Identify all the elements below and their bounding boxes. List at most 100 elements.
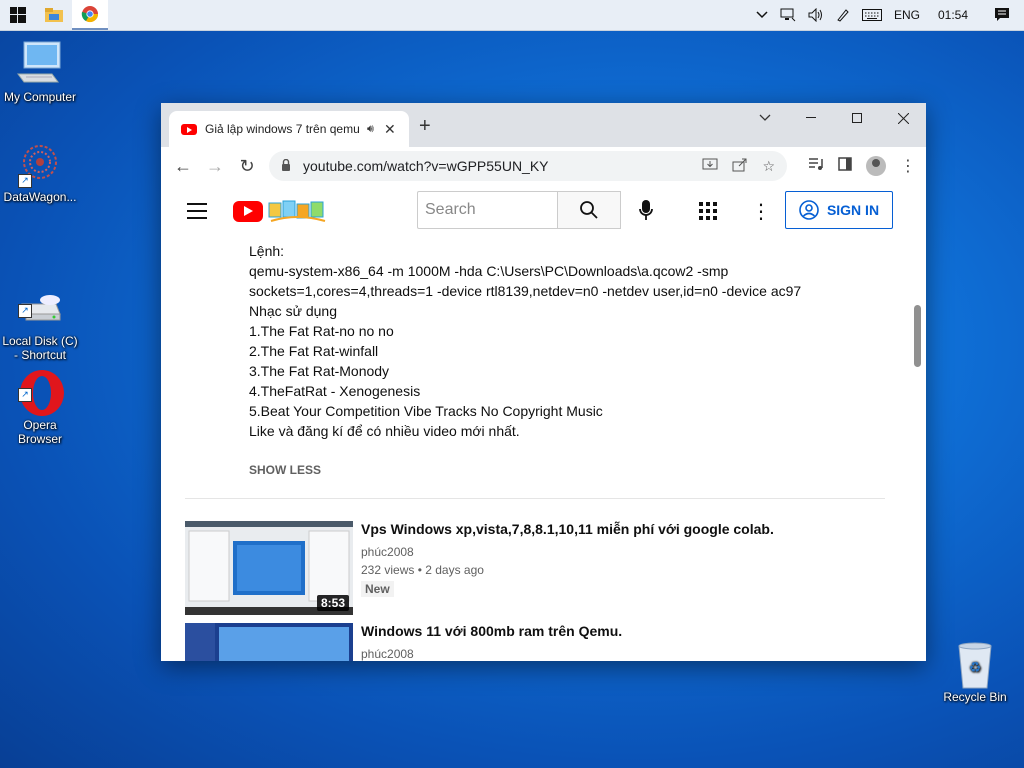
video-duration: 8:53 bbox=[316, 595, 349, 611]
clock[interactable]: 01:54 bbox=[926, 0, 980, 30]
desktop-icon-my-computer[interactable]: My Computer bbox=[0, 40, 80, 104]
window-controls bbox=[742, 103, 926, 133]
close-window-button[interactable] bbox=[880, 103, 926, 133]
description-line: Lệnh: bbox=[249, 243, 285, 259]
description-line: 1.The Fat Rat-no no no bbox=[249, 323, 394, 339]
chrome-menu-icon[interactable]: ⋮ bbox=[900, 156, 916, 176]
keyboard-icon[interactable] bbox=[856, 0, 888, 30]
search-button[interactable] bbox=[557, 191, 621, 229]
audio-playing-icon[interactable]: 🔊︎ bbox=[367, 123, 374, 136]
description-line: qemu-system-x86_64 -m 1000M -hda C:\User… bbox=[249, 263, 729, 279]
computer-icon bbox=[16, 40, 64, 88]
toolbar-right: ⋮ bbox=[808, 147, 916, 185]
maximize-button[interactable] bbox=[834, 103, 880, 133]
desktop-icon-datawagon[interactable]: ↗ DataWagon... bbox=[0, 140, 80, 204]
side-panel-icon[interactable] bbox=[838, 156, 852, 176]
description-line: Nhạc sử dụng bbox=[249, 303, 337, 319]
related-video[interactable]: 8:53 Vps Windows xp,vista,7,8,8.1,10,11 … bbox=[185, 521, 885, 617]
video-title[interactable]: Windows 11 với 800mb ram trên Qemu. bbox=[361, 623, 622, 639]
file-explorer-taskbar-button[interactable] bbox=[36, 0, 72, 30]
microphone-icon[interactable] bbox=[639, 199, 653, 226]
new-badge: New bbox=[361, 581, 394, 597]
video-title[interactable]: Vps Windows xp,vista,7,8,8.1,10,11 miễn … bbox=[361, 521, 774, 537]
shortcut-arrow-icon: ↗ bbox=[18, 174, 32, 188]
new-tab-button[interactable]: + bbox=[419, 115, 431, 138]
reload-icon[interactable]: ↻ bbox=[231, 156, 263, 177]
hamburger-menu-icon[interactable] bbox=[187, 203, 207, 224]
svg-text:♻: ♻ bbox=[969, 660, 982, 676]
hard-drive-icon: ↗ bbox=[16, 270, 64, 321]
youtube-logo[interactable] bbox=[233, 199, 329, 223]
youtube-play-icon bbox=[233, 200, 263, 222]
opera-icon: ↗ bbox=[16, 354, 64, 416]
windows-logo-icon bbox=[10, 7, 26, 23]
address-text: youtube.com/watch?v=wGPP55UN_KY bbox=[303, 158, 549, 174]
recycle-bin-icon: ♻ bbox=[951, 640, 999, 689]
language-indicator[interactable]: ENG bbox=[888, 0, 926, 30]
search-input[interactable]: Search bbox=[417, 191, 557, 229]
page-scrollbar[interactable] bbox=[914, 305, 921, 367]
video-channel[interactable]: phúc2008 bbox=[361, 647, 414, 661]
tab-search-icon[interactable] bbox=[742, 103, 788, 133]
shortcut-arrow-icon: ↗ bbox=[18, 304, 32, 318]
address-bar[interactable]: youtube.com/watch?v=wGPP55UN_KY ☆ bbox=[269, 151, 787, 181]
profile-avatar-icon[interactable] bbox=[866, 156, 886, 176]
desktop-icon-label: DataWagon... bbox=[3, 190, 77, 204]
description-line: 4.TheFatRat - Xenogenesis bbox=[249, 383, 421, 399]
search-icon bbox=[580, 201, 598, 219]
sign-in-button[interactable]: SIGN IN bbox=[785, 191, 893, 229]
minimize-button[interactable] bbox=[788, 103, 834, 133]
pen-icon[interactable] bbox=[830, 0, 856, 30]
video-channel[interactable]: phúc2008 bbox=[361, 545, 414, 559]
chrome-taskbar-button[interactable] bbox=[72, 0, 108, 30]
tab-active[interactable]: Giả lập windows 7 trên qemu 🔊︎ ✕ bbox=[169, 111, 409, 147]
tab-strip: Giả lập windows 7 trên qemu 🔊︎ ✕ + bbox=[161, 103, 926, 147]
taskbar: ENG 01:54 bbox=[0, 0, 1024, 31]
youtube-favicon-icon bbox=[181, 123, 197, 135]
video-thumbnail[interactable] bbox=[185, 623, 353, 661]
description-line: sockets=1,cores=4,threads=1 -device rtl8… bbox=[249, 283, 802, 299]
back-arrow-icon[interactable]: ← bbox=[167, 156, 199, 177]
youtube-header: Search ⋮ SIGN IN bbox=[161, 185, 926, 241]
media-controls-icon[interactable] bbox=[808, 157, 824, 176]
video-meta: 232 views • 2 days ago bbox=[361, 563, 484, 577]
sign-in-label: SIGN IN bbox=[826, 202, 880, 218]
desktop-icon-opera[interactable]: ↗ Opera Browser bbox=[0, 340, 80, 460]
install-app-icon[interactable] bbox=[702, 158, 718, 175]
browser-toolbar: ← → ↻ youtube.com/watch?v=wGPP55UN_KY ☆ bbox=[161, 147, 926, 185]
youtube-doodle-icon bbox=[268, 200, 326, 222]
youtube-content: Lệnh: qemu-system-x86_64 -m 1000M -hda C… bbox=[161, 241, 926, 661]
share-icon[interactable] bbox=[732, 158, 748, 175]
shortcut-arrow-icon: ↗ bbox=[18, 388, 32, 402]
description-line: Like và đăng kí để có nhiều video mới nh… bbox=[249, 423, 520, 439]
bookmark-star-icon[interactable]: ☆ bbox=[762, 158, 775, 175]
forward-arrow-icon[interactable]: → bbox=[199, 156, 231, 177]
chrome-icon bbox=[81, 6, 99, 23]
divider bbox=[185, 498, 885, 499]
chevron-up-icon[interactable] bbox=[750, 0, 774, 30]
datawagon-icon: ↗ bbox=[16, 140, 64, 188]
desktop-icon-recycle-bin[interactable]: ♻ Recycle Bin bbox=[935, 640, 1015, 704]
notification-icon[interactable] bbox=[980, 0, 1024, 30]
close-tab-icon[interactable]: ✕ bbox=[384, 121, 396, 138]
tab-title: Giả lập windows 7 trên qemu bbox=[205, 122, 360, 136]
desktop-icon-label: Recycle Bin bbox=[943, 690, 1007, 704]
system-tray: ENG 01:54 bbox=[750, 0, 1024, 30]
apps-grid-icon[interactable] bbox=[699, 202, 717, 225]
speaker-icon[interactable] bbox=[802, 0, 830, 30]
folder-icon bbox=[45, 8, 63, 22]
browser-window: Giả lập windows 7 trên qemu 🔊︎ ✕ + ← → ↻ bbox=[161, 103, 926, 661]
network-icon[interactable] bbox=[774, 0, 802, 30]
thumbnail-image bbox=[185, 623, 353, 661]
related-video[interactable]: Windows 11 với 800mb ram trên Qemu. phúc… bbox=[185, 623, 885, 661]
start-button[interactable] bbox=[0, 0, 36, 30]
omnibox-actions: ☆ bbox=[702, 158, 775, 175]
lock-icon[interactable] bbox=[281, 158, 291, 174]
more-options-icon[interactable]: ⋮ bbox=[751, 199, 771, 224]
video-description: Lệnh: qemu-system-x86_64 -m 1000M -hda C… bbox=[249, 241, 801, 441]
description-line: 5.Beat Your Competition Vibe Tracks No C… bbox=[249, 403, 603, 419]
desktop-icon-label: Opera Browser bbox=[17, 418, 62, 446]
video-thumbnail[interactable]: 8:53 bbox=[185, 521, 353, 615]
show-less-button[interactable]: SHOW LESS bbox=[249, 463, 321, 477]
account-icon bbox=[799, 200, 819, 220]
